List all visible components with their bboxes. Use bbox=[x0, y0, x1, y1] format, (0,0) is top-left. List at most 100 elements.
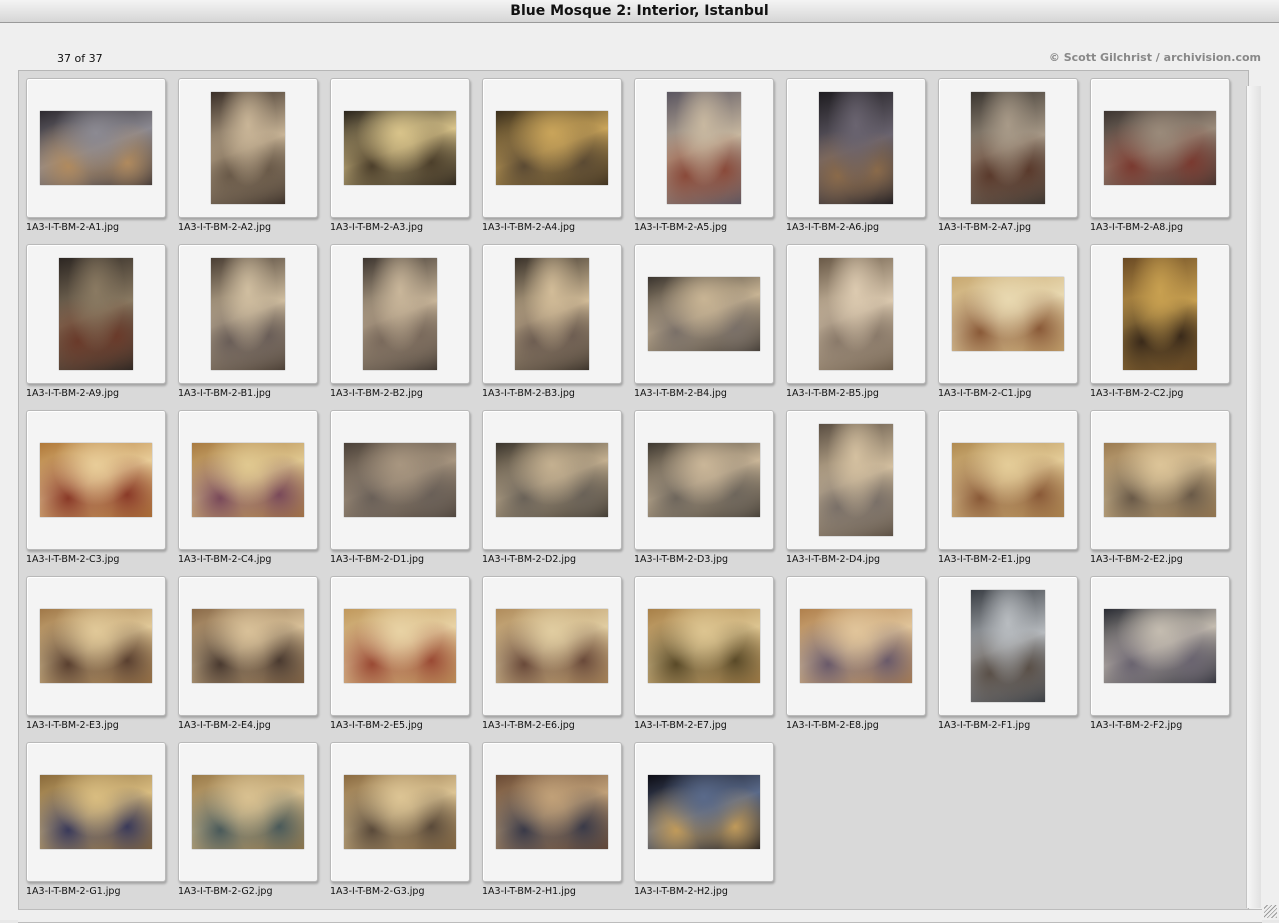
thumbnail-item[interactable]: 1A3-I-T-BM-2-D2.jpg bbox=[482, 410, 634, 576]
thumbnail-frame[interactable] bbox=[178, 78, 318, 218]
thumbnail-image[interactable] bbox=[344, 609, 456, 683]
thumbnail-image[interactable] bbox=[971, 590, 1045, 702]
thumbnail-image[interactable] bbox=[496, 443, 608, 517]
thumbnail-image[interactable] bbox=[648, 277, 760, 351]
thumbnail-item[interactable]: 1A3-I-T-BM-2-E8.jpg bbox=[786, 576, 938, 742]
thumbnail-image[interactable] bbox=[211, 92, 285, 204]
thumbnail-frame[interactable] bbox=[482, 78, 622, 218]
thumbnail-image[interactable] bbox=[1104, 609, 1216, 683]
thumbnail-item[interactable]: 1A3-I-T-BM-2-C1.jpg bbox=[938, 244, 1090, 410]
thumbnail-frame[interactable] bbox=[330, 410, 470, 550]
thumbnail-image[interactable] bbox=[1104, 111, 1216, 185]
thumbnail-frame[interactable] bbox=[330, 78, 470, 218]
thumbnail-item[interactable]: 1A3-I-T-BM-2-A9.jpg bbox=[26, 244, 178, 410]
thumbnail-image[interactable] bbox=[667, 92, 741, 204]
thumbnail-item[interactable]: 1A3-I-T-BM-2-B2.jpg bbox=[330, 244, 482, 410]
thumbnail-image[interactable] bbox=[648, 775, 760, 849]
thumbnail-item[interactable]: 1A3-I-T-BM-2-G1.jpg bbox=[26, 742, 178, 908]
thumbnail-image[interactable] bbox=[192, 443, 304, 517]
thumbnail-item[interactable]: 1A3-I-T-BM-2-C2.jpg bbox=[1090, 244, 1242, 410]
thumbnail-frame[interactable] bbox=[26, 742, 166, 882]
thumbnail-frame[interactable] bbox=[330, 742, 470, 882]
thumbnail-item[interactable]: 1A3-I-T-BM-2-E4.jpg bbox=[178, 576, 330, 742]
thumbnail-frame[interactable] bbox=[330, 244, 470, 384]
thumbnail-image[interactable] bbox=[496, 609, 608, 683]
thumbnail-frame[interactable] bbox=[482, 576, 622, 716]
thumbnail-frame[interactable] bbox=[786, 244, 926, 384]
thumbnail-frame[interactable] bbox=[482, 410, 622, 550]
thumbnail-item[interactable]: 1A3-I-T-BM-2-A6.jpg bbox=[786, 78, 938, 244]
thumbnail-image[interactable] bbox=[211, 258, 285, 370]
thumbnail-item[interactable]: 1A3-I-T-BM-2-A7.jpg bbox=[938, 78, 1090, 244]
thumbnail-frame[interactable] bbox=[786, 410, 926, 550]
thumbnail-image[interactable] bbox=[496, 111, 608, 185]
thumbnail-image[interactable] bbox=[819, 424, 893, 536]
thumbnail-frame[interactable] bbox=[786, 78, 926, 218]
thumbnail-image[interactable] bbox=[800, 609, 912, 683]
thumbnail-image[interactable] bbox=[952, 443, 1064, 517]
thumbnail-item[interactable]: 1A3-I-T-BM-2-A2.jpg bbox=[178, 78, 330, 244]
thumbnail-image[interactable] bbox=[496, 775, 608, 849]
thumbnail-frame[interactable] bbox=[178, 244, 318, 384]
thumbnail-image[interactable] bbox=[819, 258, 893, 370]
thumbnail-image[interactable] bbox=[819, 92, 893, 204]
thumbnail-frame[interactable] bbox=[634, 576, 774, 716]
thumbnail-image[interactable] bbox=[40, 609, 152, 683]
thumbnail-image[interactable] bbox=[1104, 443, 1216, 517]
thumbnail-item[interactable]: 1A3-I-T-BM-2-E7.jpg bbox=[634, 576, 786, 742]
thumbnail-item[interactable]: 1A3-I-T-BM-2-F2.jpg bbox=[1090, 576, 1242, 742]
thumbnail-image[interactable] bbox=[192, 609, 304, 683]
thumbnail-item[interactable]: 1A3-I-T-BM-2-E1.jpg bbox=[938, 410, 1090, 576]
thumbnail-frame[interactable] bbox=[1090, 78, 1230, 218]
thumbnail-image[interactable] bbox=[971, 92, 1045, 204]
thumbnail-frame[interactable] bbox=[634, 410, 774, 550]
thumbnail-image[interactable] bbox=[40, 443, 152, 517]
thumbnail-frame[interactable] bbox=[26, 244, 166, 384]
thumbnail-frame[interactable] bbox=[786, 576, 926, 716]
thumbnail-image[interactable] bbox=[1123, 258, 1197, 370]
thumbnail-item[interactable]: 1A3-I-T-BM-2-H2.jpg bbox=[634, 742, 786, 908]
thumbnail-frame[interactable] bbox=[26, 410, 166, 550]
thumbnail-item[interactable]: 1A3-I-T-BM-2-B1.jpg bbox=[178, 244, 330, 410]
thumbnail-frame[interactable] bbox=[634, 244, 774, 384]
thumbnail-frame[interactable] bbox=[330, 576, 470, 716]
thumbnail-item[interactable]: 1A3-I-T-BM-2-G2.jpg bbox=[178, 742, 330, 908]
thumbnail-frame[interactable] bbox=[634, 742, 774, 882]
thumbnail-item[interactable]: 1A3-I-T-BM-2-B3.jpg bbox=[482, 244, 634, 410]
thumbnail-image[interactable] bbox=[344, 443, 456, 517]
thumbnail-item[interactable]: 1A3-I-T-BM-2-A3.jpg bbox=[330, 78, 482, 244]
thumbnail-item[interactable]: 1A3-I-T-BM-2-A1.jpg bbox=[26, 78, 178, 244]
thumbnail-item[interactable]: 1A3-I-T-BM-2-E5.jpg bbox=[330, 576, 482, 742]
thumbnail-image[interactable] bbox=[40, 775, 152, 849]
thumbnail-frame[interactable] bbox=[1090, 410, 1230, 550]
thumbnail-frame[interactable] bbox=[482, 244, 622, 384]
thumbnail-image[interactable] bbox=[363, 258, 437, 370]
thumbnail-item[interactable]: 1A3-I-T-BM-2-E3.jpg bbox=[26, 576, 178, 742]
thumbnail-frame[interactable] bbox=[482, 742, 622, 882]
thumbnail-frame[interactable] bbox=[1090, 244, 1230, 384]
resize-grip-icon[interactable] bbox=[1264, 905, 1277, 918]
thumbnail-frame[interactable] bbox=[634, 78, 774, 218]
thumbnail-frame[interactable] bbox=[938, 576, 1078, 716]
thumbnail-item[interactable]: 1A3-I-T-BM-2-A5.jpg bbox=[634, 78, 786, 244]
thumbnail-frame[interactable] bbox=[26, 576, 166, 716]
thumbnail-item[interactable]: 1A3-I-T-BM-2-H1.jpg bbox=[482, 742, 634, 908]
thumbnail-image[interactable] bbox=[59, 258, 133, 370]
thumbnail-item[interactable]: 1A3-I-T-BM-2-G3.jpg bbox=[330, 742, 482, 908]
thumbnail-image[interactable] bbox=[515, 258, 589, 370]
thumbnail-frame[interactable] bbox=[178, 410, 318, 550]
thumbnail-item[interactable]: 1A3-I-T-BM-2-D3.jpg bbox=[634, 410, 786, 576]
thumbnail-frame[interactable] bbox=[938, 78, 1078, 218]
thumbnail-image[interactable] bbox=[344, 111, 456, 185]
thumbnail-item[interactable]: 1A3-I-T-BM-2-B4.jpg bbox=[634, 244, 786, 410]
thumbnail-image[interactable] bbox=[192, 775, 304, 849]
thumbnail-frame[interactable] bbox=[178, 742, 318, 882]
thumbnail-frame[interactable] bbox=[178, 576, 318, 716]
thumbnail-item[interactable]: 1A3-I-T-BM-2-E6.jpg bbox=[482, 576, 634, 742]
thumbnail-frame[interactable] bbox=[938, 410, 1078, 550]
thumbnail-item[interactable]: 1A3-I-T-BM-2-A4.jpg bbox=[482, 78, 634, 244]
thumbnail-item[interactable]: 1A3-I-T-BM-2-A8.jpg bbox=[1090, 78, 1242, 244]
thumbnail-item[interactable]: 1A3-I-T-BM-2-E2.jpg bbox=[1090, 410, 1242, 576]
horizontal-scrollbar[interactable] bbox=[18, 909, 1262, 923]
thumbnail-item[interactable]: 1A3-I-T-BM-2-F1.jpg bbox=[938, 576, 1090, 742]
